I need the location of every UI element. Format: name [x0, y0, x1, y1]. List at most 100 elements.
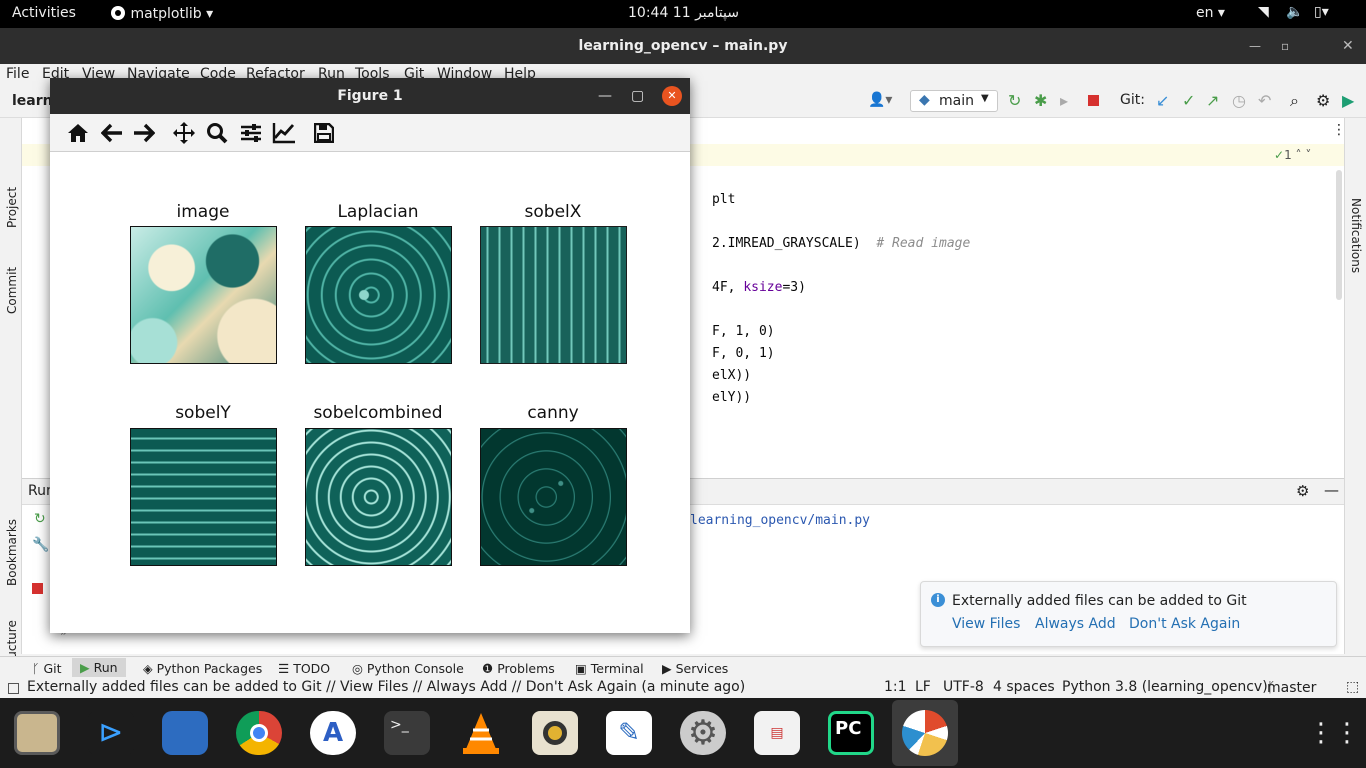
inspection-widget[interactable]: ✓1 ˄ ˅ [1274, 148, 1311, 162]
rollback-icon[interactable]: ↶ [1258, 91, 1271, 110]
system-top-bar: Activities matplotlib ▾ 10:44 سپتامبر 11… [0, 0, 1366, 28]
search-icon[interactable]: ⌕ [1290, 91, 1299, 111]
project-breadcrumb[interactable]: learn [12, 93, 53, 109]
vlc-icon[interactable] [458, 711, 504, 755]
run-config-select[interactable]: ◆ main ▼ [910, 90, 998, 112]
status-message[interactable]: Externally added files can be added to G… [27, 679, 745, 695]
document-viewer-icon[interactable]: ▤ [754, 711, 800, 755]
stop-icon[interactable] [1088, 95, 1099, 106]
home-icon[interactable] [66, 121, 90, 145]
subplot-title-image: image [176, 202, 230, 222]
status-toggle-icon[interactable] [8, 683, 19, 694]
matplotlib-dock-item[interactable] [892, 700, 958, 766]
run-tool-button[interactable]: ▶ Run [72, 658, 126, 677]
file-encoding[interactable]: UTF-8 [943, 679, 984, 695]
files-icon[interactable] [14, 711, 60, 755]
zoom-icon[interactable] [205, 121, 229, 145]
history-icon[interactable]: ◷ [1232, 91, 1246, 110]
clock[interactable]: 10:44 سپتامبر 11 [628, 5, 739, 21]
debug-icon[interactable]: ✱ [1034, 91, 1047, 110]
run-output-path[interactable]: learning_opencv/main.py [690, 513, 870, 528]
wifi-icon[interactable]: ◥ [1258, 4, 1269, 20]
editor-scrollbar[interactable] [1336, 170, 1342, 300]
menu-file[interactable]: File [6, 66, 29, 82]
services-tool-button[interactable]: ▶ Services [662, 661, 728, 676]
terminal-tool-button[interactable]: ▣ Terminal [575, 661, 644, 676]
git-push-icon[interactable]: ↗ [1206, 91, 1219, 110]
inspection-count: 1 [1284, 148, 1292, 162]
pan-icon[interactable] [172, 121, 196, 145]
check-icon: ✓ [1274, 148, 1285, 162]
notification-message: Externally added files can be added to G… [952, 593, 1247, 609]
rhythmbox-icon[interactable] [532, 711, 578, 755]
back-arrow-icon[interactable] [100, 121, 124, 145]
code-with-me-icon[interactable]: ▶ [1342, 91, 1354, 110]
axes-edit-icon[interactable] [272, 121, 296, 145]
python-packages-tool-button[interactable]: ◈ Python Packages [143, 661, 262, 676]
coverage-icon[interactable]: ▸ [1060, 91, 1068, 110]
stop-icon[interactable] [32, 583, 43, 594]
volume-icon[interactable]: 🔈 [1286, 4, 1303, 20]
user-icon[interactable]: 👤▾ [868, 92, 892, 108]
code-text: F, 0, 1) [712, 346, 775, 361]
virtualbox-icon[interactable] [162, 711, 208, 755]
lock-icon[interactable]: ⬚ [1346, 679, 1359, 695]
indent-setting[interactable]: 4 spaces [993, 679, 1055, 695]
figure-canvas[interactable]: image Laplacian sobelX sobelY sobelcombi… [50, 152, 690, 633]
console-icon: ◎ [352, 661, 367, 676]
git-commit-icon[interactable]: ✓ [1182, 91, 1195, 110]
chevron-down-icon: ▼ [981, 93, 989, 104]
layers-icon: ◈ [143, 661, 157, 676]
code-text: 4F, [712, 280, 744, 295]
python-interpreter[interactable]: Python 3.8 (learning_opencv) [1062, 679, 1268, 695]
project-tool-button[interactable]: Project [5, 187, 19, 228]
language-indicator[interactable]: en ▾ [1196, 5, 1225, 21]
pycharm-icon[interactable]: PC [828, 711, 874, 755]
code-keyword-arg: ksize [743, 280, 783, 295]
app-menu[interactable]: matplotlib ▾ [110, 5, 213, 22]
problems-tool-button[interactable]: ❶ Problems [482, 661, 555, 676]
close-icon[interactable]: ✕ [662, 86, 682, 106]
branch-icon: ᚴ [32, 661, 44, 676]
terminal-icon[interactable]: >_ [384, 711, 430, 755]
todo-tool-button[interactable]: ☰ TODO [278, 661, 330, 676]
vscode-icon[interactable]: ⊳ [88, 711, 134, 755]
apps-grid-icon[interactable]: ⋮⋮⋮ [1308, 711, 1366, 755]
maximize-icon[interactable]: ▫ [1281, 28, 1289, 64]
bookmarks-tool-button[interactable]: Bookmarks [5, 519, 19, 586]
save-icon[interactable] [312, 121, 336, 145]
python-console-tool-button[interactable]: ◎ Python Console [352, 661, 464, 676]
settings-icon[interactable]: ⚙ [680, 711, 726, 755]
minimize-icon[interactable]: — [598, 78, 612, 114]
app-store-icon[interactable]: A [310, 711, 356, 755]
wrench-icon[interactable]: 🔧 [32, 537, 49, 553]
activities-button[interactable]: Activities [12, 5, 76, 21]
maximize-icon[interactable]: ▢ [631, 78, 644, 114]
view-files-link[interactable]: View Files [952, 616, 1020, 632]
more-options-icon[interactable]: ⋮ [1332, 122, 1346, 138]
notifications-tool-button[interactable]: Notifications [1349, 198, 1363, 273]
gear-icon[interactable]: ⚙ [1316, 91, 1330, 110]
minimize-icon[interactable]: — [1249, 28, 1261, 64]
status-bar: Externally added files can be added to G… [0, 678, 1366, 698]
gear-icon[interactable]: ⚙ [1296, 482, 1309, 500]
battery-icon[interactable]: ▯▾ [1314, 4, 1329, 20]
forward-arrow-icon[interactable] [132, 121, 156, 145]
rerun-icon[interactable]: ↻ [34, 511, 46, 527]
dont-ask-again-link[interactable]: Don't Ask Again [1129, 616, 1240, 632]
line-separator[interactable]: LF [915, 679, 931, 695]
chrome-icon[interactable] [236, 711, 282, 755]
rerun-icon[interactable]: ↻ [1008, 91, 1021, 110]
code-line: 2.IMREAD_GRAYSCALE) # Read image [712, 236, 970, 251]
run-tool-label: Run [93, 660, 118, 675]
caret-position[interactable]: 1:1 [884, 679, 907, 695]
git-update-icon[interactable]: ↙ [1156, 91, 1169, 110]
subplots-config-icon[interactable] [239, 121, 263, 145]
commit-tool-button[interactable]: Commit [5, 267, 19, 314]
hide-panel-icon[interactable]: — [1324, 481, 1339, 499]
close-icon[interactable]: ✕ [1342, 28, 1354, 64]
git-tool-button[interactable]: ᚴ Git [32, 661, 62, 676]
always-add-link[interactable]: Always Add [1035, 616, 1116, 632]
text-editor-icon[interactable]: ✎ [606, 711, 652, 755]
ide-window-title: learning_opencv – main.py — ▫ ✕ [0, 28, 1366, 64]
